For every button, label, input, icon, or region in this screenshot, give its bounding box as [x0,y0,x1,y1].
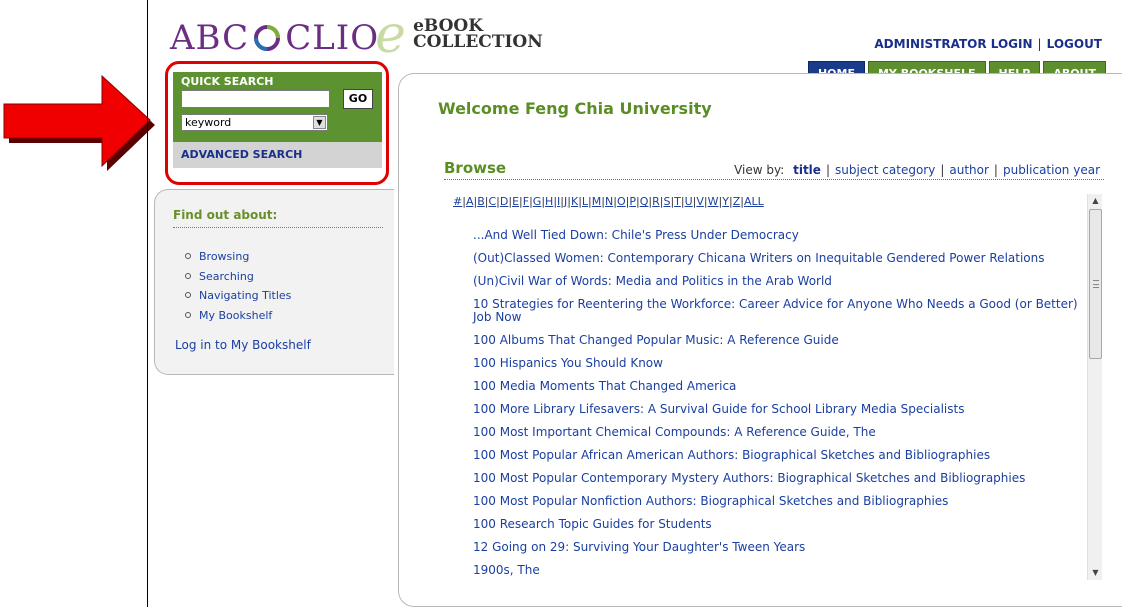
alphabet-link[interactable]: W [708,195,719,208]
find-out-list: Browsing Searching Navigating Titles My … [185,247,291,325]
title-link[interactable]: 100 Most Popular Contemporary Mystery Au… [473,472,1093,485]
abc-clio-logo[interactable]: ABC CLIO e eBOOK COLLECTION [170,5,543,65]
alphabet-link[interactable]: T [674,195,681,208]
admin-login-link[interactable]: ADMINISTRATOR LOGIN [874,37,1032,51]
title-link[interactable]: 10 Strategies for Reentering the Workfor… [473,298,1093,324]
title-link[interactable]: 100 Hispanics You Should Know [473,357,1093,370]
top-links-separator: | [1037,37,1042,51]
alphabet-link[interactable]: ALL [744,195,764,208]
scroll-grip-icon [1093,280,1099,288]
alphabet-link[interactable]: M [592,195,602,208]
red-arrow-annotation-icon [3,74,155,171]
find-out-item-my-bookshelf[interactable]: My Bookshelf [185,306,291,326]
view-by-publication-year[interactable]: publication year [1003,163,1100,177]
main-content: Welcome Feng Chia University Browse View… [398,73,1122,607]
bullet-icon [185,272,191,279]
alphabet-link[interactable]: P [629,195,636,208]
red-highlight-annotation [165,61,389,185]
find-out-item-label: Browsing [199,250,250,263]
title-link[interactable]: 100 Research Topic Guides for Students [473,518,1093,531]
welcome-heading: Welcome Feng Chia University [438,99,712,118]
alphabet-link[interactable]: # [453,195,462,208]
find-out-title: Find out about: [173,208,278,222]
view-by-label: View by: [734,163,785,177]
view-by-title[interactable]: title [793,163,821,177]
view-by-bar: View by: title | subject category | author | p… [734,163,1100,177]
title-link[interactable]: (Out)Classed Women: Contemporary Chicana… [473,252,1093,265]
view-by-separator: | [940,163,945,177]
find-out-item-label: Navigating Titles [199,289,292,302]
clio-swirl-icon [254,25,281,51]
view-by-separator: | [825,163,830,177]
frame-border [147,0,148,607]
top-links: ADMINISTRATOR LOGIN | LOGOUT [874,37,1102,51]
scroll-thumb[interactable] [1089,209,1102,359]
title-link[interactable]: 1900s, The [473,564,1093,577]
view-by-author[interactable]: author [949,163,989,177]
title-link[interactable]: 12 Going on 29: Surviving Your Daughter'… [473,541,1093,554]
bullet-icon [185,311,191,318]
logo-collection-text: COLLECTION [413,32,543,52]
scroll-up-icon[interactable]: ▲ [1088,194,1103,208]
alphabet-link[interactable]: N [605,195,613,208]
find-out-panel: Find out about: Browsing Searching Navig… [154,189,394,375]
find-out-item-label: My Bookshelf [199,308,273,322]
logo-abc-text: ABC [170,18,250,58]
view-by-separator: | [993,163,998,177]
list-scrollbar[interactable]: ▲ ▼ [1087,194,1102,580]
big-e-glyph-icon: e [375,5,406,65]
alphabet-link[interactable]: U [685,195,693,208]
browse-divider [444,179,1104,180]
ebook-collection-wordmark: e eBOOK COLLECTION [375,5,543,65]
find-out-item-browsing[interactable]: Browsing [185,247,291,267]
alphabet-link[interactable]: V [696,195,704,208]
alphabet-bar: #|A|B|C|D|E|F|G|H|I|J|K|L|M|N|O|P|Q|R|S|… [453,195,764,208]
title-link[interactable]: 100 Most Popular African American Author… [473,449,1093,462]
alphabet-link[interactable]: B [477,195,485,208]
find-out-item-searching[interactable]: Searching [185,267,291,287]
title-link[interactable]: 100 Albums That Changed Popular Music: A… [473,334,1093,347]
alphabet-link[interactable]: R [652,195,660,208]
browse-heading: Browse [444,159,507,177]
find-out-item-navigating-titles[interactable]: Navigating Titles [185,286,291,306]
find-out-divider [173,227,383,228]
alphabet-link[interactable]: E [512,195,519,208]
view-by-subject-category[interactable]: subject category [835,163,935,177]
login-bookshelf-link[interactable]: Log in to My Bookshelf [175,338,311,352]
title-link[interactable]: (Un)Civil War of Words: Media and Politi… [473,275,1093,288]
title-link[interactable]: 100 More Library Lifesavers: A Survival … [473,403,1093,416]
browse-list-frame: #|A|B|C|D|E|F|G|H|I|J|K|L|M|N|O|P|Q|R|S|… [445,189,1110,585]
page: ABC CLIO e eBOOK COLLECTION ADMINISTRATO… [0,0,1122,607]
bullet-icon [185,292,191,298]
alphabet-link[interactable]: Y [722,195,729,208]
find-out-item-label: Searching [199,269,254,283]
title-link[interactable]: 100 Most Popular Nonfiction Authors: Bio… [473,495,1093,508]
bullet-icon [185,253,191,259]
title-link[interactable]: 100 Media Moments That Changed America [473,380,1093,393]
alphabet-link[interactable]: C [488,195,496,208]
alphabet-link[interactable]: O [617,195,626,208]
logo-clio-text: CLIO [285,18,380,58]
logout-link[interactable]: LOGOUT [1047,37,1102,51]
scroll-down-icon[interactable]: ▼ [1088,566,1103,580]
title-list: ...And Well Tied Down: Chile's Press Und… [473,229,1093,585]
title-link[interactable]: 100 Most Important Chemical Compounds: A… [473,426,1093,439]
title-link[interactable]: ...And Well Tied Down: Chile's Press Und… [473,229,1093,242]
